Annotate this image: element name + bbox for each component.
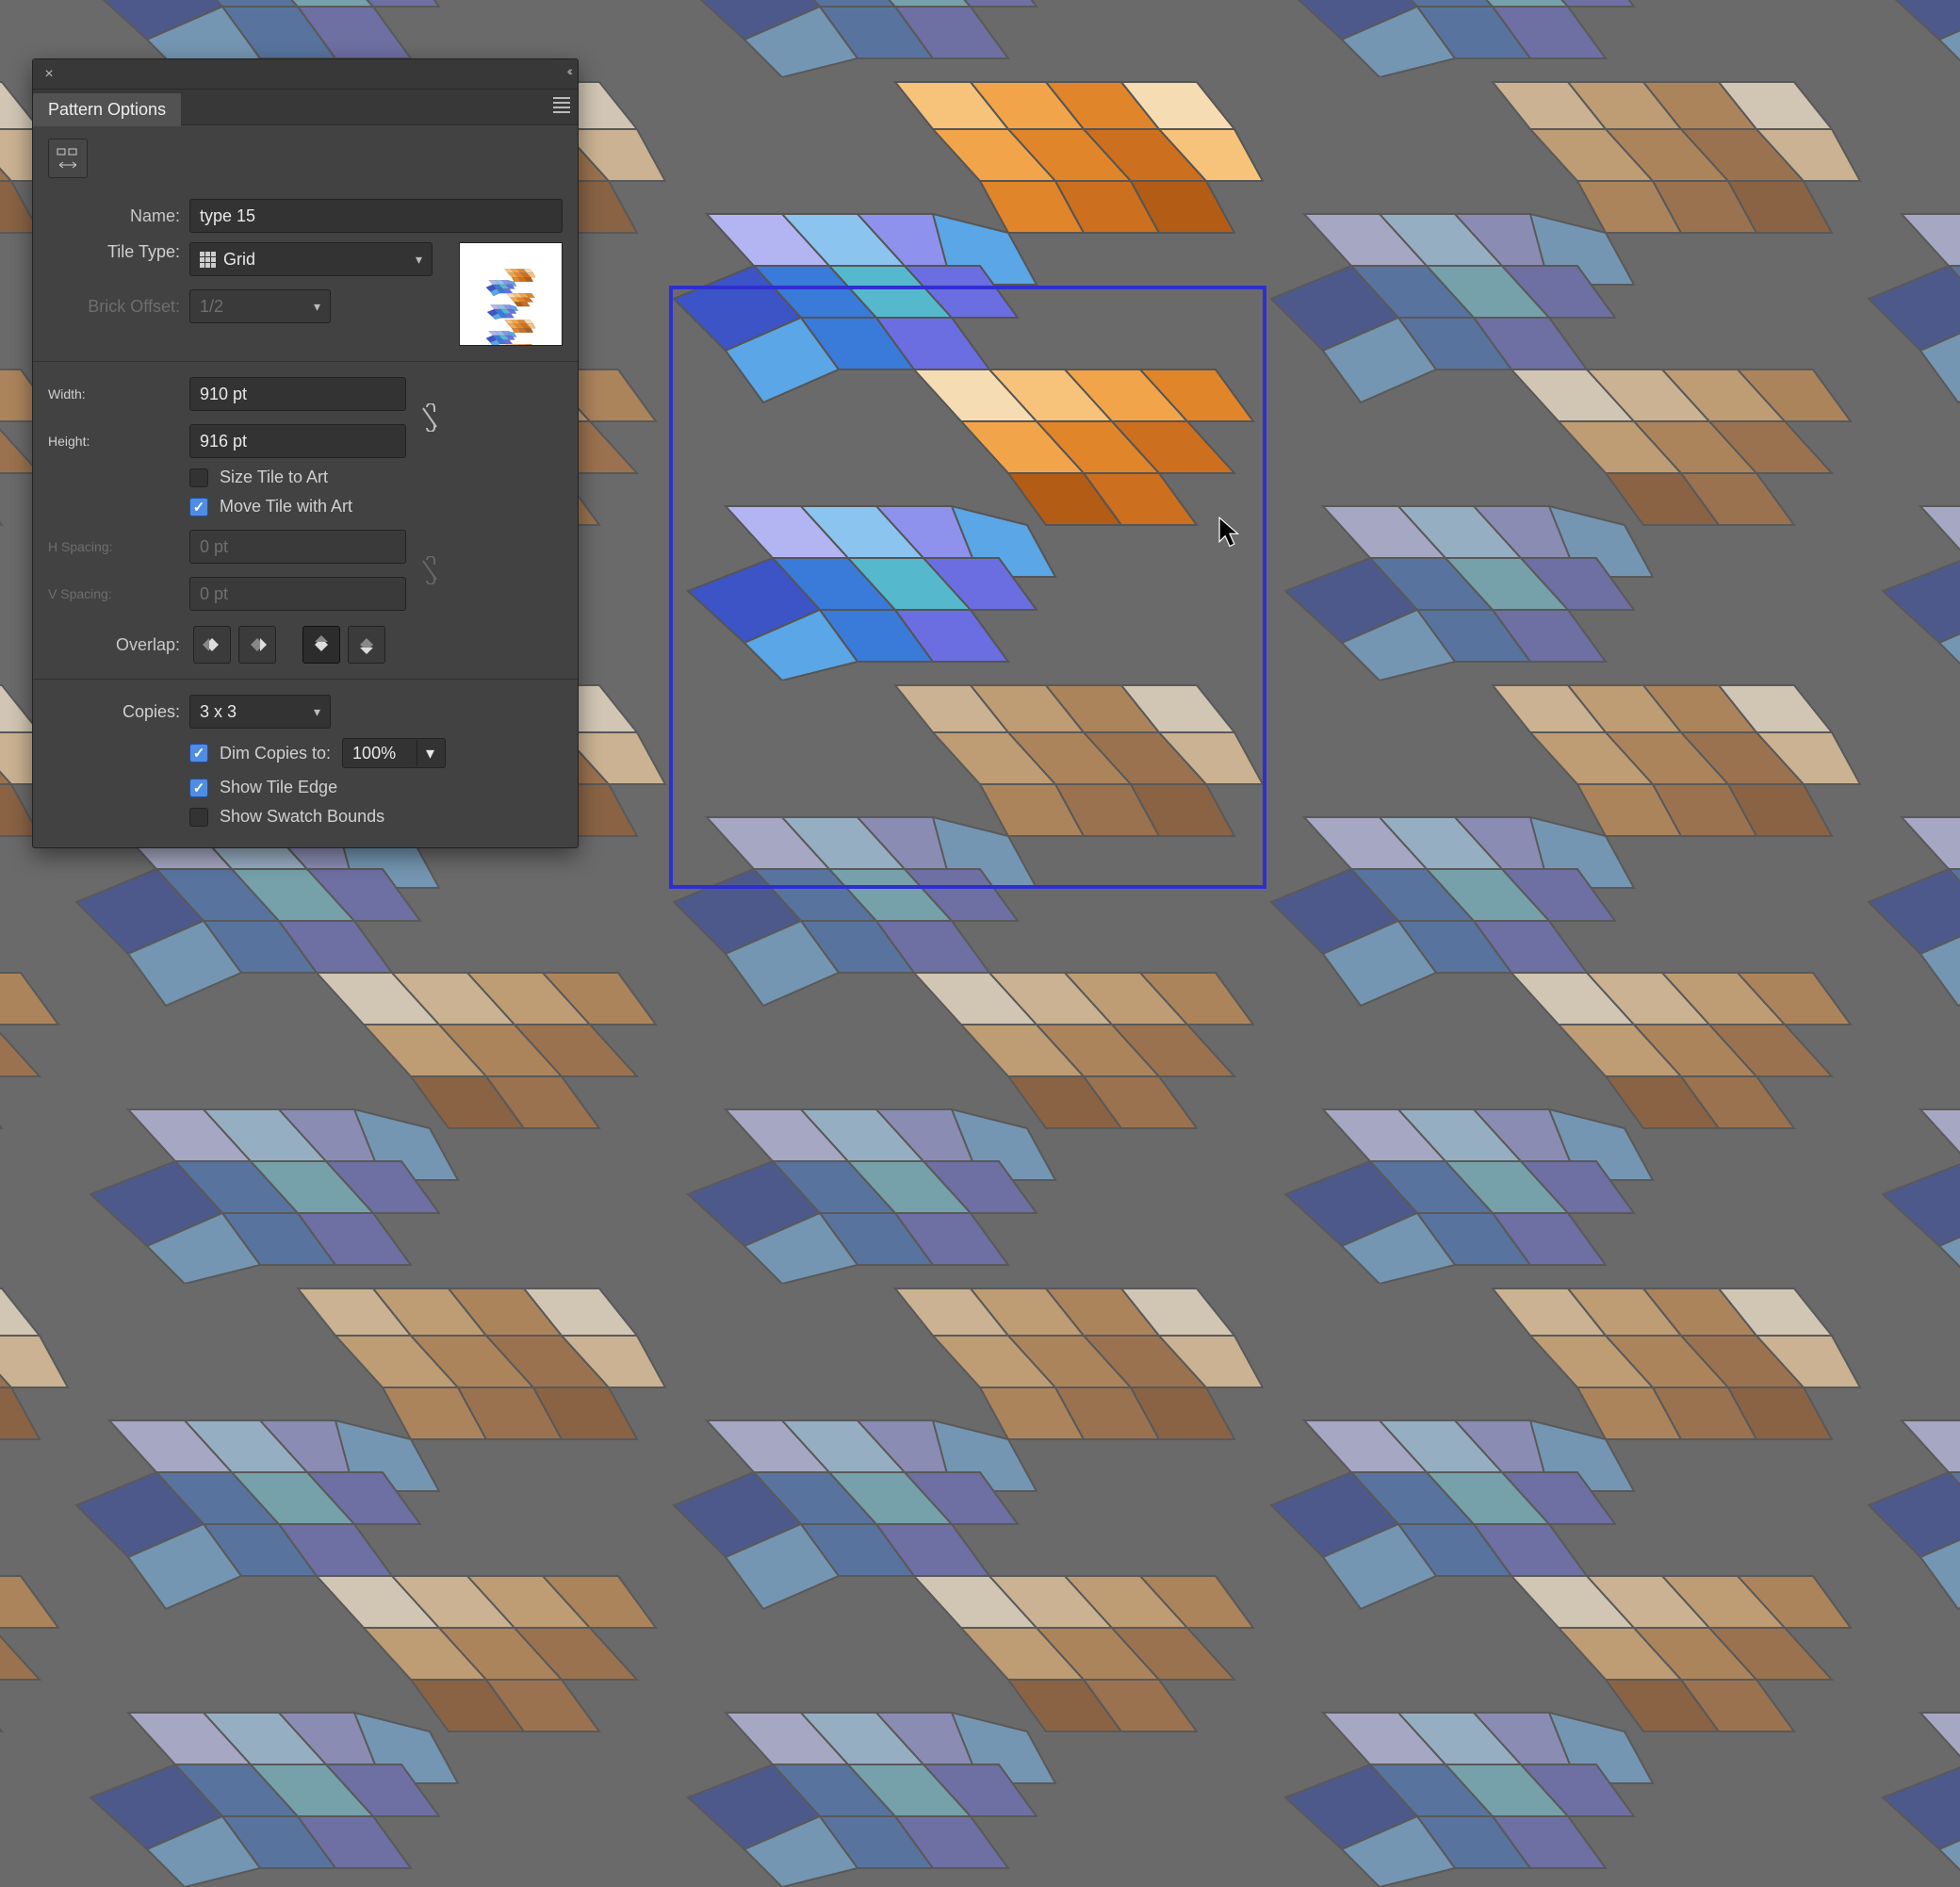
pattern-tile-copy — [669, 681, 1266, 1284]
dim-copies-checkbox[interactable] — [189, 744, 208, 763]
link-spacing-icon — [416, 551, 444, 589]
panel-body: Name: Tile Type: Grid ▾ Brick Offset: — [33, 125, 578, 847]
pattern-tile-copy — [1864, 681, 1960, 1284]
h-spacing-label: H Spacing: — [48, 539, 180, 554]
pattern-preview-thumbnail — [459, 242, 563, 346]
pattern-tile-primary — [669, 77, 1266, 681]
tab-label: Pattern Options — [48, 100, 166, 120]
v-spacing-input — [189, 577, 406, 611]
dim-copies-label: Dim Copies to: — [220, 744, 331, 763]
dim-copies-value: 100% — [352, 744, 396, 763]
chevron-down-icon: ▾ — [426, 744, 434, 763]
pattern-tile-tool-button[interactable] — [48, 139, 88, 178]
pattern-tile-copy — [1266, 1284, 1864, 1887]
section-divider — [33, 679, 578, 680]
show-swatch-bounds-label: Show Swatch Bounds — [220, 807, 384, 827]
pattern-tile-copy — [1864, 1284, 1960, 1887]
overlap-right-front-button[interactable] — [238, 626, 276, 664]
pattern-tile-copy — [72, 1284, 669, 1887]
name-label: Name: — [48, 206, 180, 226]
move-tile-with-art-checkbox[interactable] — [189, 498, 208, 517]
link-dimensions-icon[interactable] — [416, 399, 444, 436]
overlap-label: Overlap: — [48, 635, 180, 655]
pattern-tile-copy — [669, 1284, 1266, 1887]
size-tile-to-art-label: Size Tile to Art — [220, 468, 328, 487]
pattern-tile-copy — [1266, 681, 1864, 1284]
panel-titlebar[interactable]: × ‹‹ — [33, 59, 578, 90]
grid-icon — [200, 252, 216, 268]
height-input[interactable] — [189, 424, 406, 458]
copies-select[interactable]: 3 x 3 ▾ — [189, 695, 331, 729]
show-tile-edge-label: Show Tile Edge — [220, 778, 337, 797]
brick-offset-label: Brick Offset: — [48, 297, 180, 317]
chevron-down-icon: ▾ — [314, 299, 320, 315]
tab-pattern-options[interactable]: Pattern Options — [33, 93, 181, 126]
move-tile-with-art-label: Move Tile with Art — [220, 497, 352, 517]
h-spacing-input — [189, 530, 406, 564]
brick-offset-select: 1/2 ▾ — [189, 289, 331, 323]
chevron-down-icon: ▾ — [314, 704, 320, 720]
dim-copies-percent-select[interactable]: 100% ▾ — [342, 738, 446, 768]
panel-menu-icon[interactable] — [553, 97, 570, 113]
name-input[interactable] — [189, 199, 563, 233]
show-tile-edge-checkbox[interactable] — [189, 779, 208, 797]
panel-tab-strip: Pattern Options — [33, 90, 578, 125]
pattern-tile-copy — [1864, 77, 1960, 681]
pattern-tile-copy — [1266, 77, 1864, 681]
show-swatch-bounds-checkbox[interactable] — [189, 808, 208, 827]
overlap-bottom-front-button[interactable] — [348, 626, 385, 664]
v-spacing-label: V Spacing: — [48, 586, 180, 601]
collapse-panel-icon[interactable]: ‹‹ — [567, 63, 570, 78]
copies-label: Copies: — [48, 702, 180, 722]
width-label: Width: — [48, 386, 180, 402]
width-input[interactable] — [189, 377, 406, 411]
tile-type-select[interactable]: Grid ▾ — [189, 242, 433, 276]
pattern-options-panel[interactable]: × ‹‹ Pattern Options Name: Tile Type: — [32, 58, 579, 848]
height-label: Height: — [48, 434, 180, 449]
pattern-tile-copy — [669, 0, 1266, 77]
chevron-down-icon: ▾ — [416, 252, 422, 268]
pattern-tile-copy — [1864, 0, 1960, 77]
tile-type-value: Grid — [223, 250, 255, 270]
size-tile-to-art-checkbox[interactable] — [189, 468, 208, 487]
section-divider — [33, 361, 578, 362]
copies-value: 3 x 3 — [200, 702, 237, 722]
overlap-top-front-button[interactable] — [302, 626, 340, 664]
pattern-tile-copy — [1266, 0, 1864, 77]
overlap-left-front-button[interactable] — [193, 626, 231, 664]
brick-offset-value: 1/2 — [200, 297, 223, 317]
tile-type-label: Tile Type: — [48, 242, 180, 262]
pattern-tile-copy — [0, 1284, 72, 1887]
close-icon[interactable]: × — [41, 66, 57, 83]
